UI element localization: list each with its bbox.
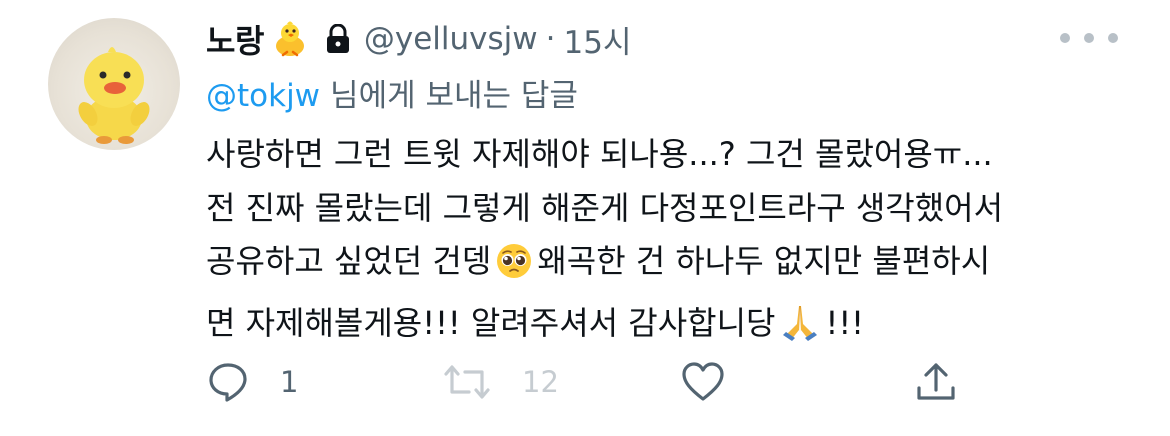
tweet-line-3-text-a: 공유하고 싶었던 건뎅 (206, 242, 492, 280)
share-button[interactable] (914, 352, 958, 412)
reply-context: @tokjw 님에게 보내는 답글 (206, 70, 578, 115)
lock-icon (326, 24, 350, 54)
user-handle[interactable]: @yelluvsjw (364, 21, 538, 57)
reply-count: 1 (280, 365, 299, 399)
tweet-timestamp[interactable]: 15시 (564, 17, 632, 62)
reply-button[interactable]: 1 (206, 352, 298, 412)
tweet-line-3: 공유하고 싶었던 건뎅 왜곡한 건 하나두 없지만 불편하시 (206, 235, 1146, 297)
separator-dot: · (545, 21, 556, 57)
like-icon (682, 362, 724, 401)
folded-hands-icon (779, 302, 821, 359)
tweet-header: 노랑 @yelluvsjw · 15시 (206, 14, 631, 64)
tweet-line-3-text-b: 왜곡한 건 하나두 없지만 불편하시 (537, 242, 991, 280)
pleading-face-icon (495, 242, 533, 297)
reply-icon (209, 363, 247, 402)
retweet-icon (444, 365, 490, 399)
tweet-text: 사랑하면 그런 트윗 자제해야 되나용...? 그건 몰랐어용ㅠ... 전 진짜… (206, 128, 1146, 358)
more-options-icon[interactable] (1060, 26, 1118, 50)
display-name[interactable]: 노랑 (206, 16, 264, 62)
reply-mention-link[interactable]: @tokjw (206, 78, 320, 114)
retweet-count: 12 (522, 365, 559, 399)
tweet-action-bar: 1 12 (206, 352, 966, 412)
baby-chick-icon (270, 19, 310, 59)
tweet-line-1: 사랑하면 그런 트윗 자제해야 되나용...? 그건 몰랐어용ㅠ... (206, 135, 993, 173)
like-button[interactable] (680, 352, 726, 412)
tweet-line-2: 전 진짜 몰랐는데 그렇게 해준게 다정포인트라구 생각했어서 (206, 188, 1004, 227)
retweet-button[interactable]: 12 (442, 352, 559, 412)
avatar[interactable] (48, 18, 180, 150)
tweet-line-4-text-b: !!! (825, 303, 864, 342)
share-icon (917, 363, 955, 400)
duck-avatar-image (78, 47, 150, 144)
tweet-line-4: 면 자제해볼게용!!! 알려주셔서 감사합니당 !!! (206, 297, 1146, 359)
reply-context-text: 님에게 보내는 답글 (330, 78, 578, 114)
tweet-line-4-text-a: 면 자제해볼게용!!! 알려주셔서 감사합니당 (206, 303, 776, 342)
